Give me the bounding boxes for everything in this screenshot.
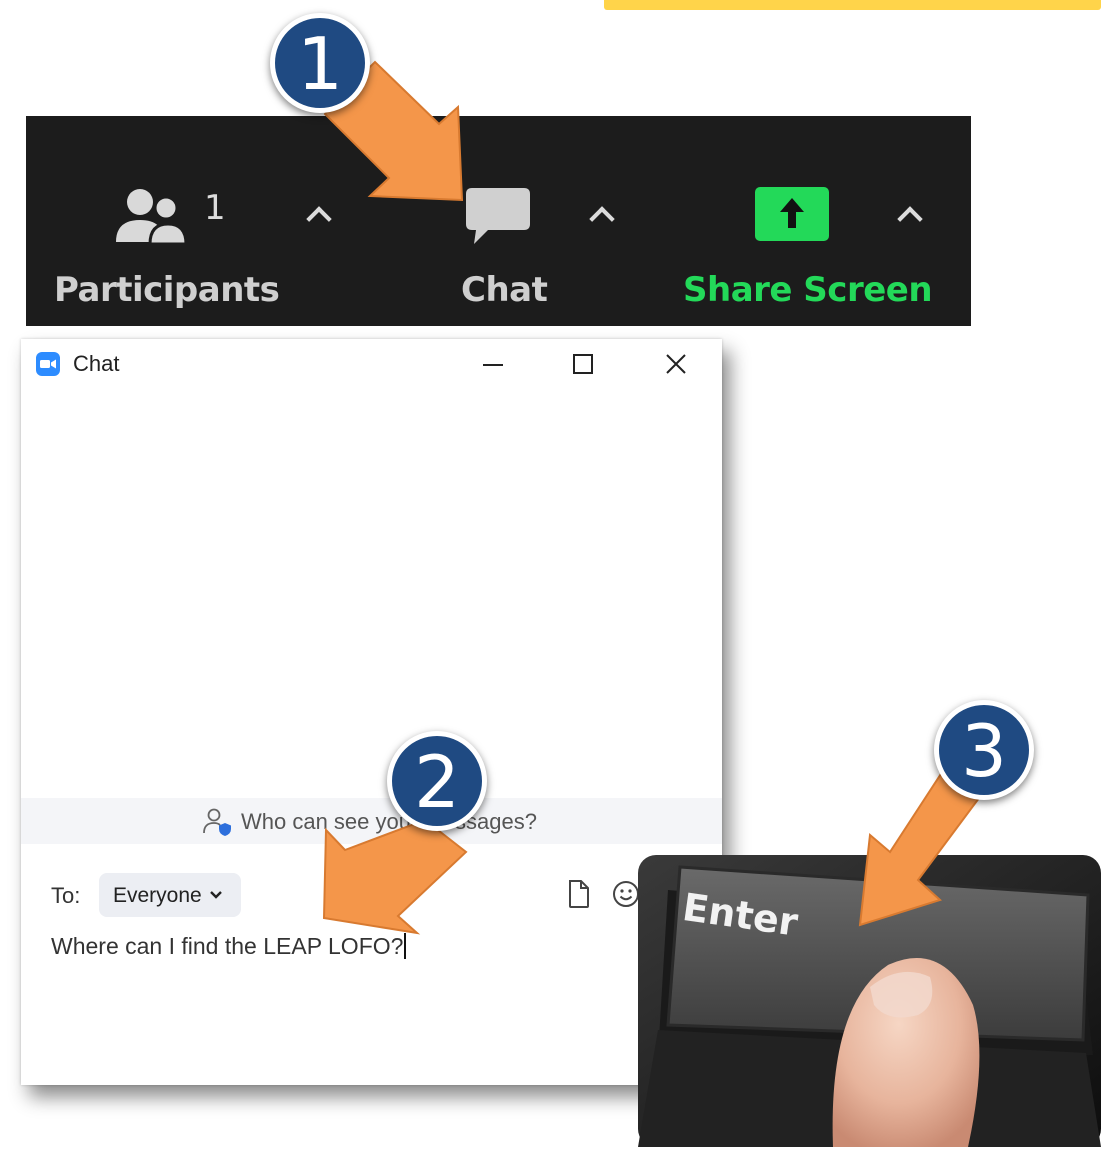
chat-window-title: Chat [73,351,120,376]
step-badge-3: 3 [934,700,1034,800]
text-cursor [404,933,407,959]
close-icon [666,354,686,374]
top-accent-bar [604,0,1101,10]
recipient-label: To: [51,883,81,908]
step-badge-1: 1 [270,13,370,113]
message-input[interactable]: Where can I find the LEAP LOFO? [51,933,407,960]
recipient-dropdown[interactable]: Everyone [99,873,241,917]
user-shield-icon [203,808,231,836]
participants-count: 1 [204,188,226,228]
chat-label: Chat [461,270,548,310]
maximize-button[interactable] [563,347,603,383]
message-text: Where can I find the LEAP LOFO? [51,933,404,959]
chat-bubble-icon [466,188,530,244]
chevron-down-icon [210,891,222,899]
participants-button[interactable]: 1 Participants [46,116,306,326]
enter-key-photo: Enter [638,855,1101,1147]
chat-titlebar: Chat [21,339,722,389]
minimize-button[interactable] [473,347,513,383]
chat-window: Chat Who can see your messages? To: Ever… [21,339,722,1085]
participants-icon [116,189,188,246]
participants-menu-caret[interactable] [306,206,332,232]
step-badge-2: 2 [387,731,487,831]
share-screen-button[interactable]: Share Screen [676,116,933,326]
zoom-camera-icon [36,352,60,376]
file-icon[interactable] [567,879,591,909]
minimize-icon [483,364,503,366]
chat-menu-caret[interactable] [589,206,615,232]
meeting-toolbar: 1 Participants Chat Share Screen [26,116,971,326]
participants-label: Participants [54,270,280,310]
emoji-icon[interactable] [611,879,641,909]
recipient-value: Everyone [113,884,202,907]
share-screen-label: Share Screen [683,270,933,310]
chat-button[interactable]: Chat [436,116,576,326]
message-privacy-bar[interactable]: Who can see your messages? [21,798,722,844]
close-button[interactable] [656,347,696,383]
privacy-link[interactable]: Who can see your messages? [241,809,537,835]
maximize-icon [573,354,593,374]
share-screen-icon [755,187,829,241]
